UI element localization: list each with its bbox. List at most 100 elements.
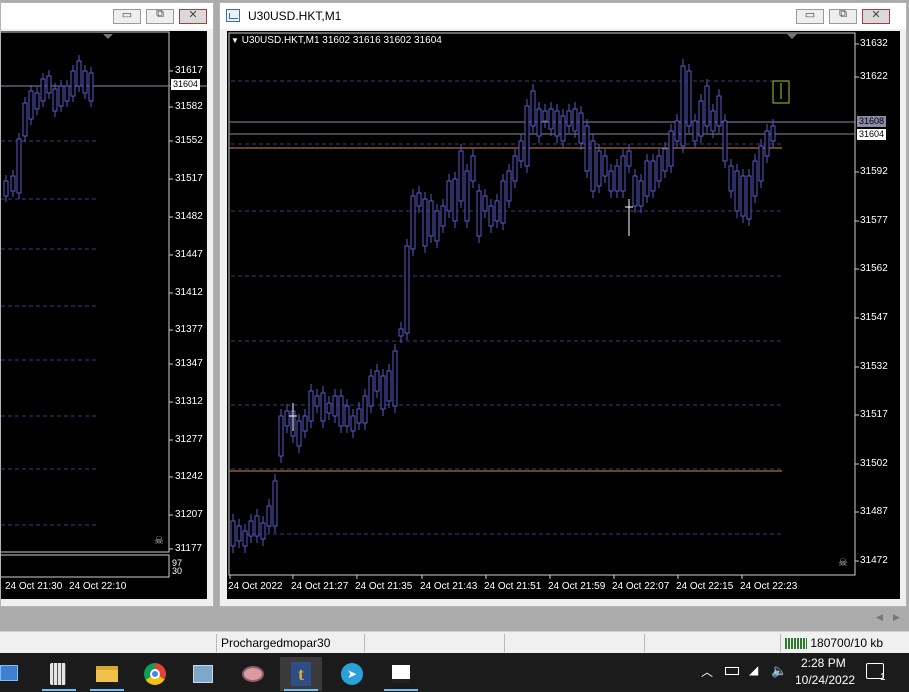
- right-candle: [254, 515, 260, 537]
- right-candle: [764, 130, 770, 157]
- left-minimize-button[interactable]: ▭: [113, 9, 141, 24]
- left-candle: [58, 85, 64, 107]
- right-candle: [512, 155, 518, 182]
- right-candle: [236, 525, 242, 542]
- traffic-text: 180700/10 kb: [810, 636, 884, 650]
- right-candle: [656, 155, 662, 182]
- right-candle: [314, 395, 320, 407]
- right-restore-button[interactable]: ⧉: [829, 8, 857, 24]
- chart-header-arrow-icon[interactable]: ▼: [231, 36, 239, 45]
- taskbar-app-windows-explorer[interactable]: [0, 657, 30, 691]
- right-price-label: 31487: [860, 506, 888, 517]
- taskbar-app-chrome[interactable]: [134, 657, 176, 691]
- right-candle: [488, 205, 494, 227]
- right-candle: [650, 160, 656, 192]
- windows-explorer-icon: [0, 665, 18, 681]
- right-candle: [260, 522, 266, 540]
- telegram-icon: ➤: [341, 663, 363, 685]
- right-candle: [458, 150, 464, 202]
- right-candle: [626, 150, 632, 167]
- right-candle: [338, 395, 344, 427]
- right-candle: [518, 140, 524, 162]
- left-price-label: 31552: [175, 135, 203, 146]
- right-candle: [368, 375, 374, 407]
- taskbar-app-calculator[interactable]: [38, 657, 80, 691]
- right-minimize-button[interactable]: ▭: [796, 9, 824, 24]
- taskbar-app-mt4[interactable]: t: [280, 657, 322, 691]
- mdi-scroll-right-icon[interactable]: ▶: [893, 612, 900, 623]
- tray-chevron-up-icon[interactable]: ︿: [701, 663, 713, 680]
- right-candle: [572, 108, 578, 132]
- taskbar-app-paint[interactable]: [232, 657, 274, 691]
- left-restore-button[interactable]: ⧉: [146, 8, 174, 24]
- left-candle: [28, 90, 34, 120]
- left-window-titlebar[interactable]: ▭ ⧉ ✕: [1, 3, 213, 29]
- tray-time[interactable]: 2:28 PM: [801, 656, 846, 670]
- right-candle: [242, 530, 248, 547]
- tray-date[interactable]: 10/24/2022: [795, 673, 855, 687]
- left-chart-area[interactable]: 31617 31582 31552 31517 31482 31447 31412 31377…: [1, 31, 207, 599]
- right-time-label: 24 Oct 21:51: [484, 581, 542, 592]
- right-candle: [362, 395, 368, 424]
- taskbar-app-notes[interactable]: [380, 657, 422, 691]
- right-price-label: 31472: [860, 555, 888, 566]
- right-candle: [374, 370, 380, 392]
- right-chart-plot: [228, 32, 859, 579]
- right-candle: [350, 415, 356, 432]
- right-time-label: 24 Oct 21:43: [420, 581, 478, 592]
- right-time-label: 24 Oct 21:35: [355, 581, 413, 592]
- right-window-titlebar[interactable]: U30USD.HKT,M1 ▭ ⧉ ✕: [220, 3, 906, 29]
- right-chart-window[interactable]: U30USD.HKT,M1 ▭ ⧉ ✕ ▼ U30USD.HKT,M1 3160…: [219, 2, 907, 607]
- right-candle: [428, 200, 434, 237]
- right-candle: [644, 160, 650, 197]
- right-candle: [302, 415, 308, 432]
- left-price-label: 31517: [175, 173, 203, 184]
- right-candle: [758, 145, 764, 182]
- taskbar-app-file-explorer[interactable]: [86, 657, 128, 691]
- right-candle: [524, 105, 530, 167]
- right-candle: [464, 170, 470, 222]
- right-candle: [632, 175, 638, 207]
- right-candle: [662, 148, 668, 172]
- right-price-label: 31562: [860, 263, 888, 274]
- left-price-label: 31277: [175, 434, 203, 445]
- tray-battery-icon[interactable]: [725, 667, 739, 675]
- left-chart-window[interactable]: ▭ ⧉ ✕ 31617 31582 31552 31517 31482 31447 3141…: [0, 2, 214, 607]
- right-price-label: 31547: [860, 312, 888, 323]
- left-price-label: 31177: [175, 543, 203, 554]
- mdi-scroll-left-icon[interactable]: ◀: [876, 612, 883, 623]
- right-plot-border: [228, 32, 856, 576]
- tray-volume-icon[interactable]: 🔈: [771, 663, 787, 679]
- taskbar-app-network[interactable]: [182, 657, 224, 691]
- left-candle: [46, 75, 52, 94]
- right-candle: [680, 65, 686, 147]
- tray-network-icon[interactable]: ◢: [749, 663, 758, 677]
- right-candle: [284, 410, 290, 427]
- taskbar-app-telegram[interactable]: ➤: [330, 657, 372, 691]
- right-candle: [332, 395, 338, 417]
- right-chart-area[interactable]: ▼ U30USD.HKT,M1 31602 31616 31602 31604 …: [227, 31, 900, 599]
- right-candle: [770, 125, 776, 142]
- right-candle: [446, 180, 452, 212]
- right-price-label: 31532: [860, 361, 888, 372]
- right-candle: [476, 190, 482, 237]
- right-time-label: 24 Oct 21:59: [548, 581, 606, 592]
- right-time-label: 24 Oct 22:15: [676, 581, 734, 592]
- right-candle: [434, 210, 440, 242]
- left-close-button[interactable]: ✕: [179, 9, 207, 24]
- right-candle: [344, 405, 350, 427]
- taskbar: t ➤ ︿ ◢ 🔈 2:28 PM 10/24/2022 1: [0, 653, 909, 692]
- left-time-label-2: 24 Oct 22:10: [69, 581, 127, 592]
- right-candle: [566, 110, 572, 127]
- right-price-label: 31632: [860, 38, 888, 49]
- notification-count: 1: [880, 672, 886, 683]
- left-price-label: 31312: [175, 396, 203, 407]
- left-candle: [34, 92, 40, 110]
- right-candle: [404, 245, 410, 334]
- left-price-label: 31582: [175, 101, 203, 112]
- right-close-button[interactable]: ✕: [862, 9, 890, 24]
- right-time-label: 24 Oct 22:23: [740, 581, 798, 592]
- left-candle: [76, 60, 82, 87]
- right-candle: [440, 205, 446, 227]
- right-price-label: 31502: [860, 458, 888, 469]
